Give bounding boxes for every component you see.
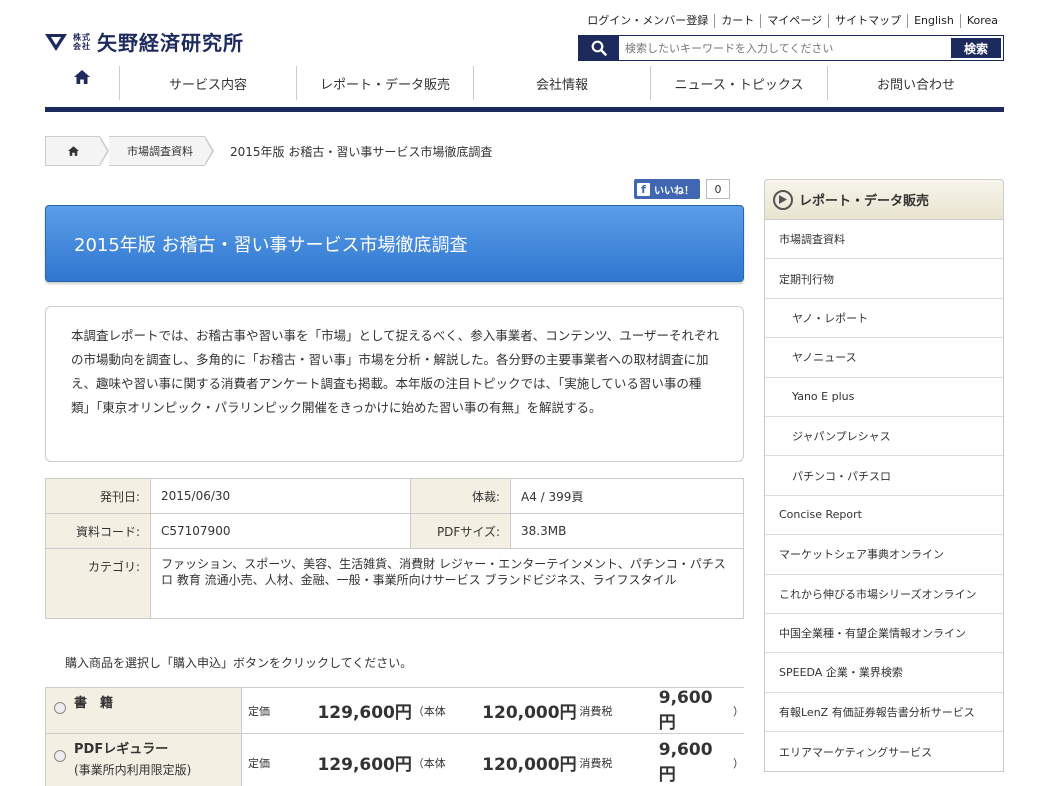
- purchase-instruction: 購入商品を選択し「購入申込」ボタンをクリックしてください。: [65, 656, 413, 670]
- sidebar-item[interactable]: ジャパンプレシャス: [765, 417, 1003, 457]
- sidebar-item[interactable]: Yano E plus: [765, 378, 1003, 417]
- report-info-table: 発刊日: 2015/06/30 体裁: A4 / 399頁 資料コード: C57…: [45, 478, 744, 619]
- tax-value: 9,600円: [658, 740, 713, 785]
- sidebar-item[interactable]: パチンコ・パチスロ: [765, 456, 1003, 496]
- base-value: 120,000円: [482, 703, 577, 723]
- home-icon: [67, 146, 79, 156]
- nav-contact[interactable]: お問い合わせ: [827, 66, 1004, 100]
- format-label: 体裁:: [410, 478, 511, 514]
- product-name: PDFレギュラー: [74, 742, 169, 757]
- base-label: （本体: [412, 756, 446, 770]
- tax-value: 9,600円: [658, 688, 713, 733]
- base-value: 120,000円: [482, 755, 577, 775]
- sidebar-list: 市場調査資料 定期刊行物 ヤノ・レポート ヤノニュース Yano E plus ジャパンプ…: [765, 220, 1003, 771]
- search-input[interactable]: [619, 36, 949, 60]
- facebook-like: f いいね！ 0: [634, 179, 730, 199]
- price-label: 定価: [248, 704, 270, 718]
- code-label: 資料コード:: [45, 513, 151, 549]
- page-title: 2015年版 お稽古・習い事サービス市場徹底調査: [45, 205, 744, 282]
- sidebar-item[interactable]: ヤノニュース: [765, 338, 1003, 378]
- publish-date-label: 発刊日:: [45, 478, 151, 514]
- sidebar-item[interactable]: Concise Report: [765, 496, 1003, 536]
- product-note: (事業所内利用限定版): [74, 763, 192, 777]
- sidebar-item[interactable]: マーケットシェア事典オンライン: [765, 535, 1003, 575]
- top-link-login[interactable]: ログイン・メンバー登録: [581, 14, 714, 28]
- nav-services[interactable]: サービス内容: [119, 66, 296, 100]
- category-value: ファッション、スポーツ、美容、生活雑貨、消費財 レジャー・エンターテインメント、…: [150, 548, 744, 619]
- breadcrumb-separator: [204, 136, 214, 166]
- tax-label: 消費税: [579, 756, 613, 770]
- publish-date-value: 2015/06/30: [150, 478, 411, 514]
- code-value: C57107900: [150, 513, 411, 549]
- report-description: 本調査レポートでは、お稽古事や習い事を「市場」として捉えるべく、参入事業者、コン…: [45, 306, 744, 462]
- sidebar-item[interactable]: 中国全業種・有望企業情報オンライン: [765, 614, 1003, 654]
- global-nav: サービス内容 レポート・データ販売 会社情報 ニュース・トピックス お問い合わせ: [45, 66, 1004, 112]
- sidebar-item[interactable]: 定期刊行物: [765, 259, 1003, 299]
- sidebar-item[interactable]: 市場調査資料: [765, 220, 1003, 260]
- facebook-icon: f: [637, 182, 650, 196]
- product-row: PDFレギュラー (事業所内利用限定版) 定価 129,600円 （本体 120…: [45, 733, 744, 786]
- logo-kaisha: 株式 会社: [73, 32, 91, 51]
- facebook-like-label: いいね！: [654, 185, 694, 197]
- product-radio[interactable]: [54, 702, 66, 714]
- category-label: カテゴリ:: [45, 548, 151, 619]
- sidebar-item[interactable]: エリアマーケティングサービス: [765, 732, 1003, 771]
- breadcrumb-home[interactable]: [45, 136, 100, 166]
- sidebar-item[interactable]: ヤノ・レポート: [765, 299, 1003, 339]
- top-link-korea[interactable]: Korea: [959, 14, 1004, 28]
- top-links: ログイン・メンバー登録 カート マイページ サイトマップ English Kor…: [581, 14, 1004, 28]
- breadcrumb-separator: [99, 136, 109, 166]
- product-pdf-regular[interactable]: PDFレギュラー (事業所内利用限定版): [45, 733, 242, 786]
- sidebar: レポート・データ販売 市場調査資料 定期刊行物 ヤノ・レポート ヤノニュース Yano …: [764, 179, 1004, 773]
- search-button[interactable]: 検索: [951, 38, 1001, 58]
- nav-home[interactable]: [45, 66, 119, 100]
- play-circle-icon: [773, 189, 793, 210]
- facebook-like-count: 0: [706, 179, 730, 199]
- sidebar-header: レポート・データ販売: [765, 180, 1003, 220]
- nav-company[interactable]: 会社情報: [473, 66, 650, 100]
- top-link-english[interactable]: English: [907, 14, 960, 28]
- sidebar-item[interactable]: これから伸びる市場シリーズオンライン: [765, 575, 1003, 614]
- base-label: （本体: [412, 704, 446, 718]
- pdf-size-label: PDFサイズ:: [410, 513, 511, 549]
- logo-mark-icon: [45, 33, 67, 51]
- pdf-size-value: 38.3MB: [510, 513, 744, 549]
- format-value: A4 / 399頁: [510, 478, 744, 514]
- search-icon: [579, 36, 619, 60]
- home-icon: [74, 70, 90, 84]
- price-value: 129,600円: [317, 755, 412, 775]
- purchase-table: 書 籍 定価 129,600円 （本体 120,000円 消費税 9,600円 …: [45, 687, 744, 786]
- breadcrumb: 市場調査資料 2015年版 お稽古・習い事サービス市場徹底調査: [45, 136, 492, 166]
- logo[interactable]: 株式 会社 矢野経済研究所: [45, 27, 244, 56]
- product-price: 定価 129,600円 （本体 120,000円 消費税 9,600円 ）: [248, 740, 744, 785]
- sidebar-title: レポート・データ販売: [799, 194, 930, 209]
- product-radio[interactable]: [54, 750, 66, 762]
- product-row: 書 籍 定価 129,600円 （本体 120,000円 消費税 9,600円 …: [45, 687, 744, 734]
- product-price: 定価 129,600円 （本体 120,000円 消費税 9,600円 ）: [248, 688, 744, 733]
- logo-name: 矢野経済研究所: [97, 31, 244, 55]
- breadcrumb-current: 2015年版 お稽古・習い事サービス市場徹底調査: [230, 144, 493, 159]
- top-link-mypage[interactable]: マイページ: [760, 14, 828, 28]
- facebook-like-button[interactable]: f いいね！: [634, 179, 700, 199]
- top-link-sitemap[interactable]: サイトマップ: [828, 14, 907, 28]
- sidebar-item[interactable]: SPEEDA 企業・業界検索: [765, 653, 1003, 693]
- price-label: 定価: [248, 756, 270, 770]
- tax-label: 消費税: [579, 704, 613, 718]
- price-value: 129,600円: [317, 703, 412, 723]
- breadcrumb-market-research[interactable]: 市場調査資料: [109, 136, 205, 166]
- search-bar: 検索: [578, 35, 1004, 61]
- sidebar-item[interactable]: 有報LenZ 有価証券報告書分析サービス: [765, 693, 1003, 733]
- product-name: 書 籍: [74, 696, 114, 711]
- top-link-cart[interactable]: カート: [714, 14, 760, 28]
- nav-news[interactable]: ニュース・トピックス: [650, 66, 827, 100]
- product-book[interactable]: 書 籍: [45, 687, 242, 734]
- nav-reports[interactable]: レポート・データ販売: [296, 66, 473, 100]
